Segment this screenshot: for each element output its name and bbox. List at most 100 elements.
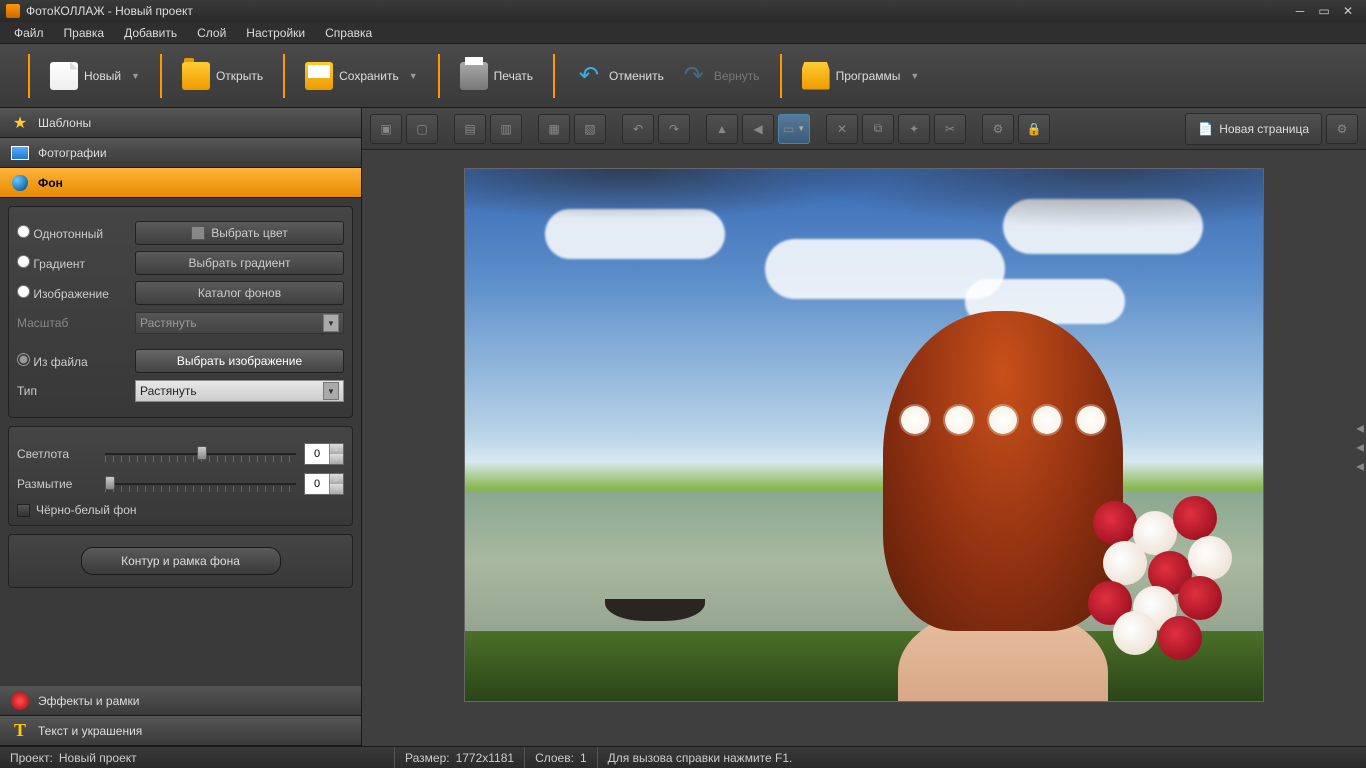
status-layers-value: 1	[580, 751, 587, 765]
chevron-down-icon: ▼	[323, 314, 339, 332]
canvas-decoration	[465, 169, 1263, 289]
box-icon	[802, 62, 830, 90]
left-panel: ★ Шаблоны Фотографии Фон Однотонный Выбр…	[0, 108, 362, 746]
type-select[interactable]: Растянуть▼	[135, 380, 344, 402]
new-button[interactable]: Новый ▼	[42, 58, 148, 94]
window-title: ФотоКОЛЛАЖ - Новый проект	[26, 4, 193, 18]
status-layers-label: Слоев:	[535, 751, 574, 765]
radio-from-file[interactable]	[17, 353, 30, 366]
blur-spinner[interactable]: ▲▼	[304, 473, 344, 495]
send-back-icon[interactable]: ▢	[406, 114, 438, 144]
open-button[interactable]: Открыть	[174, 58, 271, 94]
scale-select[interactable]: Растянуть▼	[135, 312, 344, 334]
status-project-label: Проект:	[10, 751, 53, 765]
brightness-input[interactable]	[305, 444, 329, 464]
brightness-slider[interactable]	[105, 444, 296, 464]
radio-gradient-label[interactable]: Градиент	[17, 255, 127, 271]
align-left-icon[interactable]: ▤	[454, 114, 486, 144]
star-icon: ★	[10, 113, 30, 133]
canvas[interactable]	[464, 168, 1264, 702]
delete-icon[interactable]: ✕	[826, 114, 858, 144]
page-settings-icon[interactable]: ⚙	[1326, 114, 1358, 144]
new-page-button[interactable]: 📄 Новая страница	[1185, 113, 1322, 145]
accordion-effects[interactable]: Эффекты и рамки	[0, 686, 361, 716]
close-button[interactable]: ✕	[1336, 3, 1360, 19]
type-label: Тип	[17, 384, 127, 398]
balloon-icon	[10, 173, 30, 193]
radio-image[interactable]	[17, 285, 30, 298]
dropdown-arrow-icon: ▼	[910, 71, 919, 81]
canvas-layer-bouquet[interactable]	[1073, 491, 1264, 671]
save-button[interactable]: Сохранить ▼	[297, 58, 426, 94]
scale-label: Масштаб	[17, 316, 127, 330]
new-file-icon	[50, 62, 78, 90]
accordion-templates[interactable]: ★ Шаблоны	[0, 108, 361, 138]
brightness-label: Светлота	[17, 447, 97, 461]
radio-from-file-label[interactable]: Из файла	[17, 353, 127, 369]
main-toolbar: Новый ▼ Открыть Сохранить ▼ Печать ↶ Отм…	[0, 44, 1366, 108]
menu-edit[interactable]: Правка	[54, 23, 115, 43]
align-right-icon[interactable]: ▥	[490, 114, 522, 144]
programs-button[interactable]: Программы ▼	[794, 58, 928, 94]
choose-image-button[interactable]: Выбрать изображение	[135, 349, 344, 373]
magic-wand-icon[interactable]: ✦	[898, 114, 930, 144]
settings-gear-icon[interactable]: ⚙	[982, 114, 1014, 144]
blur-input[interactable]	[305, 474, 329, 494]
crop-icon[interactable]: ⧉	[862, 114, 894, 144]
catalog-backgrounds-button[interactable]: Каталог фонов	[135, 281, 344, 305]
radio-gradient[interactable]	[17, 255, 30, 268]
accordion-background[interactable]: Фон	[0, 168, 361, 198]
undo-button[interactable]: ↶ Отменить	[567, 58, 672, 94]
accordion-text[interactable]: T Текст и украшения	[0, 716, 361, 746]
menu-bar: Файл Правка Добавить Слой Настройки Спра…	[0, 22, 1366, 44]
bring-front-icon[interactable]: ▣	[370, 114, 402, 144]
rotate-left-icon[interactable]: ↶	[622, 114, 654, 144]
canvas-viewport[interactable]: ◀◀◀	[362, 150, 1366, 746]
save-icon	[305, 62, 333, 90]
menu-help[interactable]: Справка	[315, 23, 382, 43]
rotate-right-icon[interactable]: ↷	[658, 114, 690, 144]
radio-image-label[interactable]: Изображение	[17, 285, 127, 301]
spinner-down[interactable]: ▼	[329, 454, 343, 464]
radio-solid[interactable]	[17, 225, 30, 238]
contour-frame-button[interactable]: Контур и рамка фона	[81, 547, 281, 575]
radio-solid-label[interactable]: Однотонный	[17, 225, 127, 241]
right-collapse-handles[interactable]: ◀◀◀	[1356, 424, 1364, 473]
chevron-down-icon: ▼	[323, 382, 339, 400]
minimize-button[interactable]: ─	[1288, 3, 1312, 19]
menu-file[interactable]: Файл	[4, 23, 54, 43]
redo-button[interactable]: ↷ Вернуть	[672, 58, 768, 94]
print-button[interactable]: Печать	[452, 58, 541, 94]
menu-add[interactable]: Добавить	[114, 23, 187, 43]
align-top-icon[interactable]: ▦	[538, 114, 570, 144]
bw-checkbox[interactable]: Чёрно-белый фон	[17, 503, 344, 517]
flip-h-icon[interactable]: ▲	[706, 114, 738, 144]
status-help-hint: Для вызова справки нажмите F1.	[608, 751, 793, 765]
menu-settings[interactable]: Настройки	[236, 23, 315, 43]
scissors-icon[interactable]: ✂	[934, 114, 966, 144]
dropdown-arrow-icon: ▼	[409, 71, 418, 81]
spinner-down[interactable]: ▼	[329, 484, 343, 494]
lock-icon[interactable]: 🔒	[1018, 114, 1050, 144]
brightness-spinner[interactable]: ▲▼	[304, 443, 344, 465]
photo-icon	[10, 143, 30, 163]
redo-arrow-icon: ↷	[680, 62, 708, 90]
flip-v-icon[interactable]: ◀	[742, 114, 774, 144]
dropdown-arrow-icon: ▼	[131, 71, 140, 81]
menu-layer[interactable]: Слой	[187, 23, 236, 43]
choose-gradient-button[interactable]: Выбрать градиент	[135, 251, 344, 275]
spinner-up[interactable]: ▲	[329, 444, 343, 454]
fit-width-button[interactable]: ▭▼	[778, 114, 810, 144]
page-plus-icon: 📄	[1198, 122, 1213, 136]
spinner-up[interactable]: ▲	[329, 474, 343, 484]
accordion-photos[interactable]: Фотографии	[0, 138, 361, 168]
choose-color-button[interactable]: Выбрать цвет	[135, 221, 344, 245]
align-bottom-icon[interactable]: ▧	[574, 114, 606, 144]
maximize-button[interactable]: ▭	[1312, 3, 1336, 19]
canvas-area: ▣ ▢ ▤ ▥ ▦ ▧ ↶ ↷ ▲ ◀ ▭▼ ✕ ⧉ ✦ ✂ ⚙ 🔒 📄	[362, 108, 1366, 746]
blur-slider[interactable]	[105, 474, 296, 494]
status-bar: Проект: Новый проект Размер: 1772x1181 С…	[0, 746, 1366, 768]
undo-arrow-icon: ↶	[575, 62, 603, 90]
checkbox-icon	[17, 504, 30, 517]
app-icon	[6, 4, 20, 18]
